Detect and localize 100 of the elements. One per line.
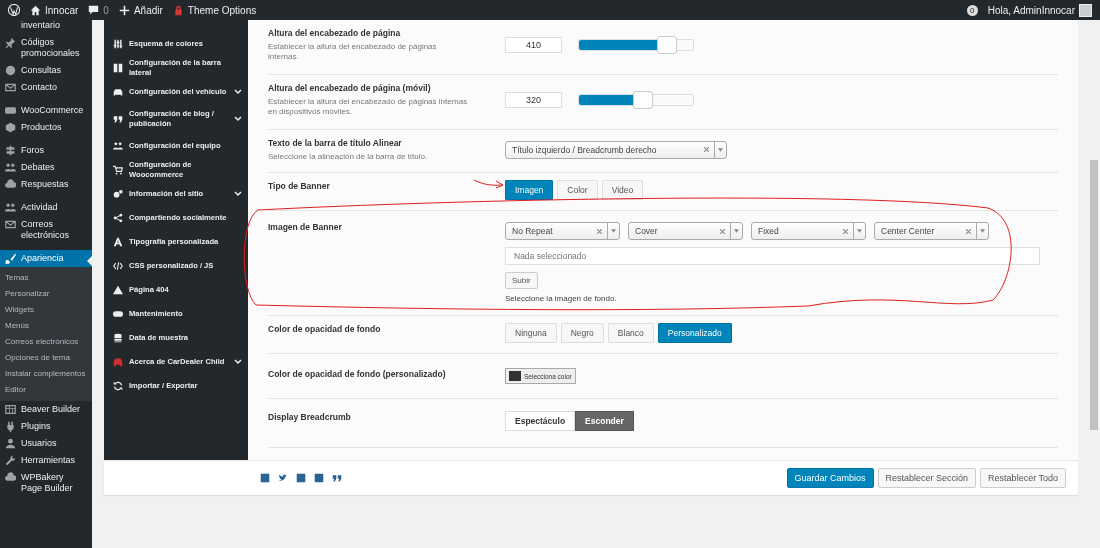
quote-icon[interactable] [332, 473, 342, 483]
admin-menu-item[interactable]: Herramientas [0, 452, 92, 469]
clear-icon[interactable] [966, 228, 971, 234]
new-menu-link[interactable]: Añadir [133, 4, 163, 16]
option-button[interactable]: Color [557, 180, 598, 200]
number-field[interactable]: 410 [505, 36, 562, 53]
slider-handle[interactable] [632, 90, 653, 109]
admin-menu-item[interactable]: Respuestas [0, 176, 92, 193]
option-button[interactable]: Blanco [607, 323, 654, 343]
admin-menu-item[interactable]: Consultas [0, 62, 92, 79]
scrollbar-thumb[interactable] [1090, 160, 1098, 430]
admin-menu-item[interactable]: Apariencia [0, 250, 92, 267]
warning-icon [113, 285, 123, 295]
option-button[interactable]: Negro [560, 323, 604, 343]
user-greeting[interactable]: Hola, AdminInnocar [987, 4, 1075, 16]
submenu-item[interactable]: Temas [0, 270, 92, 286]
quote-icon [113, 114, 123, 124]
media-url-field[interactable]: Nada seleccionado [505, 247, 1040, 265]
caret-icon [857, 229, 862, 233]
upload-button[interactable]: Subir [505, 272, 538, 289]
footer-button[interactable]: Restablecer Todo [980, 468, 1066, 488]
dropdown[interactable]: Fixed [751, 222, 866, 240]
share-icon [113, 213, 123, 223]
submenu-item[interactable]: Correos electrónicos [0, 334, 92, 350]
columns-icon [113, 63, 123, 73]
code-icon [113, 261, 123, 271]
clear-icon[interactable] [720, 228, 725, 234]
submenu-item[interactable]: Widgets [0, 302, 92, 318]
caret-icon [611, 229, 616, 233]
clear-icon[interactable] [704, 147, 709, 152]
toggle-icon [113, 309, 123, 319]
option-description: Seleccione la alineación de la barra de título. [268, 152, 429, 162]
submenu-item[interactable]: Instalar complementos [0, 366, 92, 382]
admin-menu-item[interactable]: Actividad [0, 199, 92, 216]
cart-icon [113, 165, 123, 175]
number-field[interactable]: 320 [505, 91, 562, 108]
car-icon [113, 357, 123, 367]
wrench-icon [5, 455, 16, 466]
option-description: Establecer la altura del encabezado de páginas internas en dispositivos móviles. [268, 97, 468, 117]
footer-button[interactable]: Restablecer Sección [877, 468, 977, 488]
people-icon [5, 162, 16, 173]
admin-menu-item[interactable]: Beaver Builder [0, 401, 92, 418]
admin-menu-item[interactable]: Plugins [0, 418, 92, 435]
submenu-item[interactable]: Personalizar [0, 286, 92, 302]
caret-icon [980, 229, 985, 233]
toggle-option[interactable]: Espectáculo [505, 411, 576, 431]
admin-menu-item[interactable]: Usuarios [0, 435, 92, 452]
submenu-item[interactable]: Opciones de tema [0, 350, 92, 366]
admin-menu-item[interactable]: Productos [0, 119, 92, 136]
dropdown[interactable]: No Repeat [505, 222, 620, 240]
slider-track[interactable] [578, 38, 694, 51]
twitter-icon[interactable] [278, 473, 288, 483]
option-title: Color de opacidad de fondo (personalizado) [268, 368, 446, 380]
admin-menu-item[interactable]: inventario [0, 20, 92, 34]
avatar-icon[interactable] [1079, 3, 1092, 17]
lock-icon[interactable] [172, 4, 184, 16]
clear-icon[interactable] [597, 228, 602, 234]
admin-menu-item[interactable]: Foros [0, 142, 92, 159]
dropdown[interactable]: Cover [628, 222, 743, 240]
theme-options-link[interactable]: Theme Options [187, 4, 257, 16]
pushpin-icon [5, 37, 16, 48]
option-description: Establecer la altura del encabezado de páginas internas. [268, 42, 438, 62]
submenu-item[interactable]: Menús [0, 318, 92, 334]
cloud-icon [5, 472, 16, 483]
gears-icon [113, 189, 123, 199]
envelope-icon [5, 219, 16, 230]
car-icon [113, 87, 123, 97]
option-button[interactable]: Imagen [505, 180, 554, 200]
slider-handle[interactable] [656, 35, 677, 54]
comment-icon[interactable] [88, 4, 100, 16]
admin-menu-item[interactable]: WPBakery Page Builder [0, 469, 92, 497]
clear-icon[interactable] [843, 228, 848, 234]
cloud-icon [5, 179, 16, 190]
annotation-arrow [473, 179, 504, 189]
option-button[interactable]: Ninguna [505, 323, 557, 343]
grid-icon [5, 404, 16, 415]
dropdown[interactable]: Título izquierdo / Breadcrumb derecho [505, 140, 727, 159]
slider-track[interactable] [578, 93, 694, 106]
notification-badge[interactable]: 0 [966, 4, 978, 16]
home-icon[interactable] [30, 4, 41, 16]
site-name-link[interactable]: Innocar [45, 4, 79, 16]
admin-menu-item[interactable]: Contacto [0, 79, 92, 96]
admin-menu-item[interactable]: Códigos promocionales [0, 34, 92, 62]
dropdown[interactable]: Center Center [874, 222, 989, 240]
plus-icon[interactable] [118, 4, 130, 16]
box-icon [5, 122, 16, 133]
option-button[interactable]: Personalizado [657, 323, 732, 343]
wordpress-icon[interactable] [8, 4, 20, 16]
option-title: Altura del encabezado de página [268, 27, 401, 39]
user-icon [5, 438, 16, 449]
toggle-option[interactable]: Esconder [575, 411, 634, 431]
option-title: Tipo de Banner [268, 180, 330, 192]
option-button[interactable]: Video [601, 180, 644, 200]
option-title: Color de opacidad de fondo [268, 323, 381, 335]
footer-button[interactable]: Guardar Cambios [786, 468, 874, 488]
admin-menu-item[interactable]: WooCommerce [0, 102, 92, 119]
admin-menu-item[interactable]: Debates [0, 159, 92, 176]
admin-menu-item[interactable]: Correos electrónicos [0, 216, 92, 244]
caret-icon [734, 229, 739, 233]
submenu-item[interactable]: Editor [0, 382, 92, 398]
